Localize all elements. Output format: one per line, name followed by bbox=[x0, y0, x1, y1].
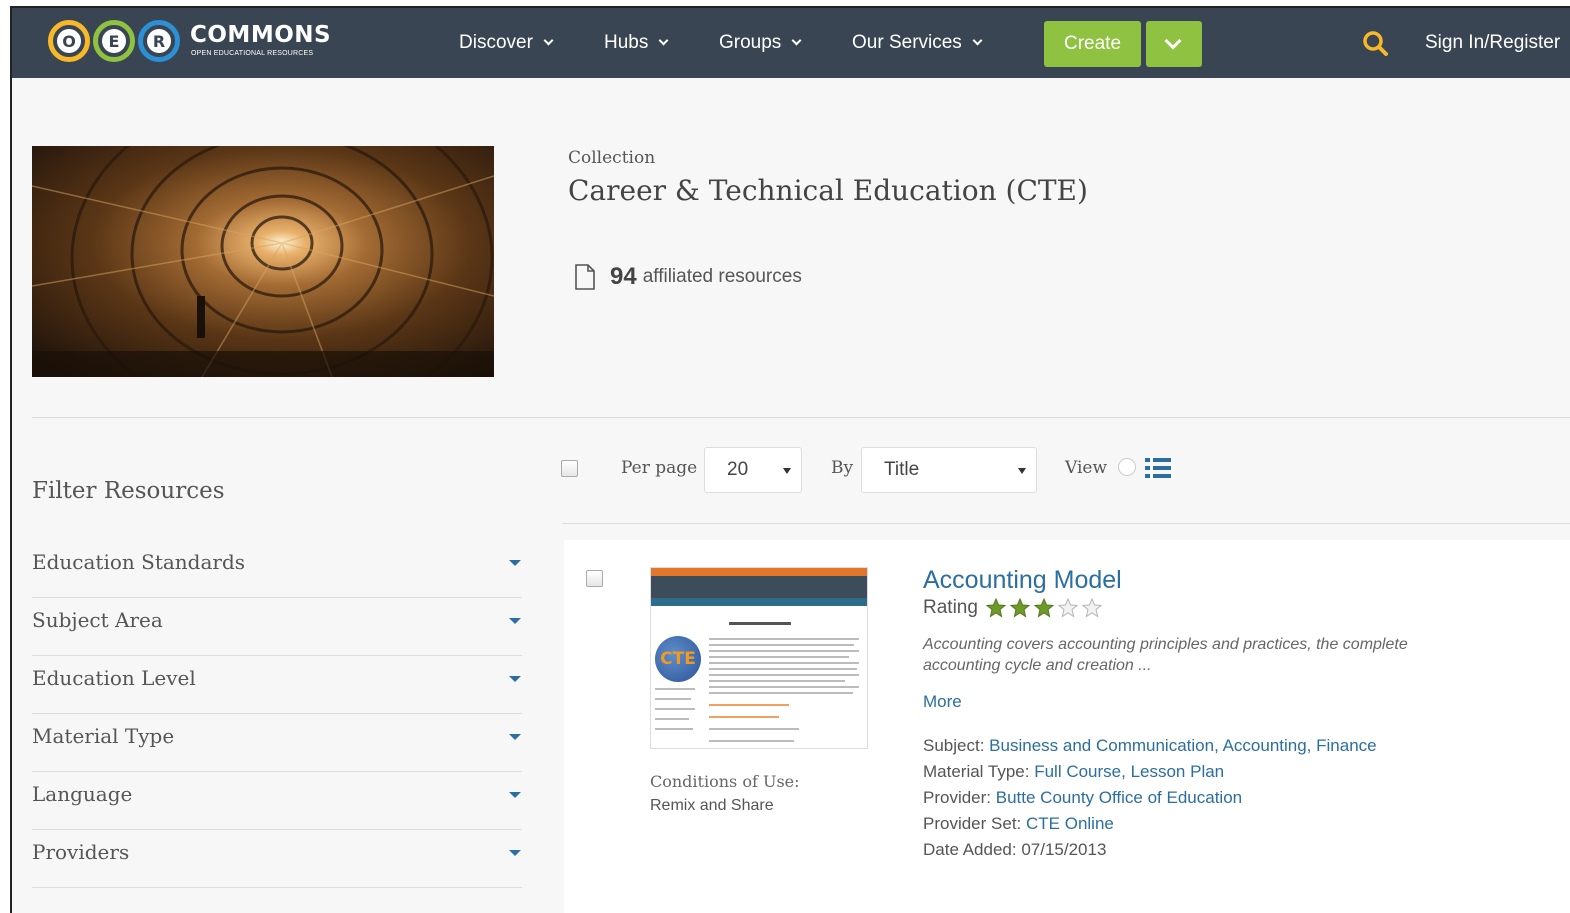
meta-date-added: Date Added: 07/15/2013 bbox=[923, 840, 1107, 859]
chevron-down-icon bbox=[791, 35, 802, 46]
collection-type-label: Collection bbox=[568, 148, 656, 168]
star-filled-icon bbox=[1009, 598, 1030, 618]
conditions-of-use-value: Remix and Share bbox=[650, 797, 774, 814]
filter-providers[interactable]: Providers bbox=[32, 830, 522, 888]
chevron-down-icon bbox=[658, 35, 669, 46]
per-page-select[interactable]: 20 bbox=[704, 447, 802, 493]
create-dropdown-button[interactable] bbox=[1146, 21, 1202, 67]
sign-in-register-link[interactable]: Sign In/Register bbox=[1425, 32, 1560, 54]
caret-down-icon bbox=[509, 560, 521, 566]
per-page-label: Per page bbox=[621, 458, 698, 478]
rating-label: Rating bbox=[923, 597, 978, 618]
date-added-value: 07/15/2013 bbox=[1021, 840, 1107, 859]
resource-description: Accounting covers accounting principles … bbox=[923, 636, 1408, 674]
subject-links[interactable]: Business and Communication, Accounting, … bbox=[989, 736, 1376, 755]
chevron-down-icon bbox=[543, 35, 554, 46]
conditions-of-use-label: Conditions of Use: bbox=[650, 772, 800, 791]
star-filled-icon bbox=[1033, 598, 1054, 618]
caret-down-icon bbox=[509, 792, 521, 798]
view-label: View bbox=[1065, 458, 1108, 478]
provider-link[interactable]: Butte County Office of Education bbox=[996, 788, 1242, 807]
top-navigation-bar: O E R COMMONS OPEN EDUCATIONAL RESOURCES… bbox=[12, 8, 1570, 78]
affiliated-resources: 94 affiliated resources bbox=[574, 262, 802, 292]
meta-material-type: Material Type: Full Course, Lesson Plan bbox=[923, 762, 1225, 781]
sort-by-select[interactable]: Title bbox=[861, 447, 1037, 493]
provider-set-link[interactable]: CTE Online bbox=[1026, 814, 1114, 833]
meta-subject: Subject: Business and Communication, Acc… bbox=[923, 736, 1377, 755]
nav-discover[interactable]: Discover bbox=[459, 32, 554, 54]
browser-viewport: O E R COMMONS OPEN EDUCATIONAL RESOURCES… bbox=[10, 6, 1570, 913]
nav-hubs[interactable]: Hubs bbox=[604, 32, 669, 54]
logo-circle-e: E bbox=[93, 20, 135, 62]
star-filled-icon bbox=[985, 598, 1006, 618]
cte-badge: CTE bbox=[655, 636, 701, 682]
create-button[interactable]: Create bbox=[1044, 21, 1141, 67]
meta-provider: Provider: Butte County Office of Educati… bbox=[923, 788, 1243, 807]
filter-resources-heading: Filter Resources bbox=[32, 478, 225, 504]
caret-down-icon bbox=[509, 618, 521, 624]
caret-down-icon bbox=[509, 734, 521, 740]
nav-our-services[interactable]: Our Services bbox=[852, 32, 983, 54]
nav-groups[interactable]: Groups bbox=[719, 32, 802, 54]
sort-by-label: By bbox=[831, 458, 854, 478]
view-grid-radio[interactable] bbox=[1118, 458, 1136, 476]
list-view-icon[interactable] bbox=[1145, 457, 1171, 479]
filter-language[interactable]: Language bbox=[32, 772, 522, 830]
dropdown-arrow-icon bbox=[783, 468, 791, 474]
resource-rating: Rating bbox=[923, 597, 1106, 619]
collection-hero-image bbox=[32, 146, 494, 377]
section-divider bbox=[32, 417, 1570, 418]
filter-education-standards[interactable]: Education Standards bbox=[32, 540, 522, 598]
dropdown-arrow-icon bbox=[1018, 468, 1026, 474]
select-all-checkbox[interactable] bbox=[561, 460, 578, 477]
meta-provider-set: Provider Set: CTE Online bbox=[923, 814, 1114, 833]
search-icon[interactable] bbox=[1362, 30, 1389, 57]
resource-title-link[interactable]: Accounting Model bbox=[923, 566, 1122, 595]
rating-stars bbox=[985, 598, 1106, 618]
filter-material-type[interactable]: Material Type bbox=[32, 714, 522, 772]
logo-name: COMMONS bbox=[190, 22, 332, 48]
logo-circle-r: R bbox=[138, 20, 180, 62]
filter-education-level[interactable]: Education Level bbox=[32, 656, 522, 714]
caret-down-icon bbox=[509, 676, 521, 682]
chevron-down-icon bbox=[1164, 32, 1182, 50]
document-icon bbox=[575, 264, 595, 290]
toolbar-divider bbox=[562, 523, 1570, 524]
collection-title: Career & Technical Education (CTE) bbox=[568, 174, 1088, 207]
chevron-down-icon bbox=[972, 35, 983, 46]
logo-subtitle: OPEN EDUCATIONAL RESOURCES bbox=[191, 50, 314, 57]
star-empty-icon bbox=[1081, 598, 1102, 618]
filter-subject-area[interactable]: Subject Area bbox=[32, 598, 522, 656]
logo-circle-o: O bbox=[48, 20, 90, 62]
more-link[interactable]: More bbox=[923, 692, 962, 712]
tunnel-image bbox=[32, 146, 494, 377]
affiliated-label: affiliated resources bbox=[642, 266, 802, 287]
resource-thumbnail[interactable]: CTE bbox=[650, 567, 868, 749]
star-empty-icon bbox=[1057, 598, 1078, 618]
caret-down-icon bbox=[509, 850, 521, 856]
affiliated-count: 94 bbox=[610, 263, 637, 290]
material-type-links[interactable]: Full Course, Lesson Plan bbox=[1034, 762, 1224, 781]
resource-select-checkbox[interactable] bbox=[586, 570, 603, 587]
